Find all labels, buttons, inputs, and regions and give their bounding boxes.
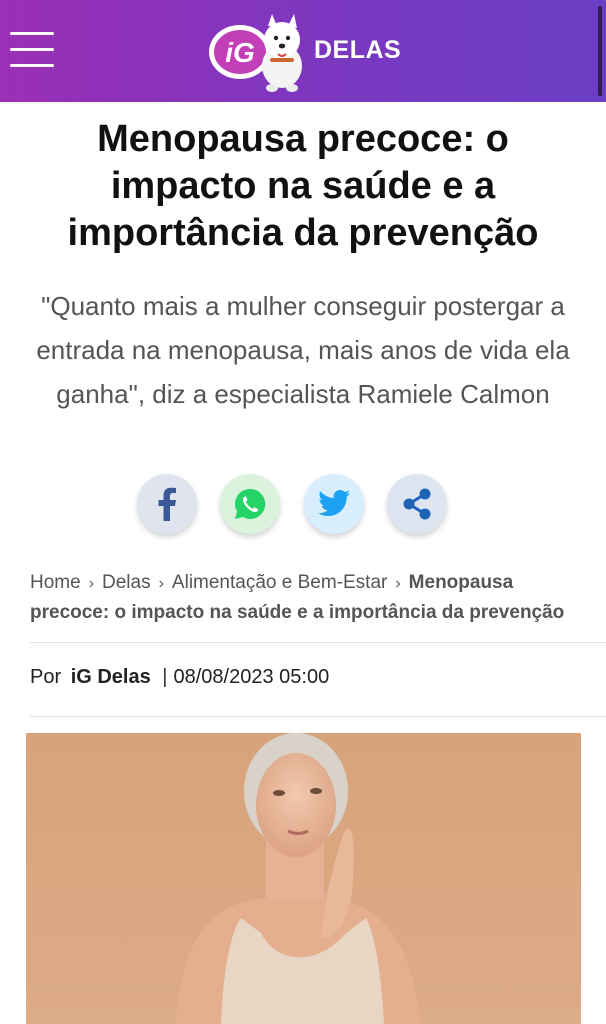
menu-icon[interactable] (10, 32, 54, 68)
share-twitter-button[interactable] (304, 474, 364, 534)
publish-datetime: 08/08/2023 05:00 (173, 666, 330, 688)
ig-logo[interactable]: iG (206, 10, 310, 94)
chevron-right-icon: › (395, 575, 401, 592)
whatsapp-icon (234, 488, 266, 519)
byline-separator: | (162, 666, 168, 688)
facebook-icon (158, 487, 176, 521)
section-brand[interactable]: DELAS (314, 36, 401, 65)
share-whatsapp-button[interactable] (220, 474, 280, 534)
author-link[interactable]: iG Delas (71, 666, 151, 688)
byline: Por iG Delas | 08/08/2023 05:00 (30, 666, 329, 689)
scrollbar[interactable] (598, 6, 602, 96)
page-title: Menopausa precoce: o impacto na saúde e … (67, 118, 539, 254)
share-icon (403, 488, 431, 520)
breadcrumb: Home › Delas › Alimentação e Bem-Estar › Menop… (30, 568, 590, 627)
breadcrumb-delas[interactable]: Delas (102, 572, 151, 593)
divider (30, 642, 606, 643)
twitter-icon (318, 490, 350, 516)
breadcrumb-home[interactable]: Home (30, 572, 81, 593)
share-more-button[interactable] (387, 474, 447, 534)
chevron-right-icon: › (158, 575, 164, 592)
breadcrumb-alimentacao[interactable]: Alimentação e Bem-Estar (172, 572, 387, 593)
byline-prefix: Por (30, 666, 62, 688)
chevron-right-icon: › (88, 575, 95, 592)
share-facebook-button[interactable] (137, 474, 197, 534)
article-subtitle: "Quanto mais a mulher conseguir posterga… (36, 291, 570, 409)
site-header: iG DELAS (0, 0, 606, 102)
article-hero-image[interactable] (26, 733, 581, 1024)
divider (30, 716, 606, 717)
svg-text:iG: iG (225, 37, 255, 68)
